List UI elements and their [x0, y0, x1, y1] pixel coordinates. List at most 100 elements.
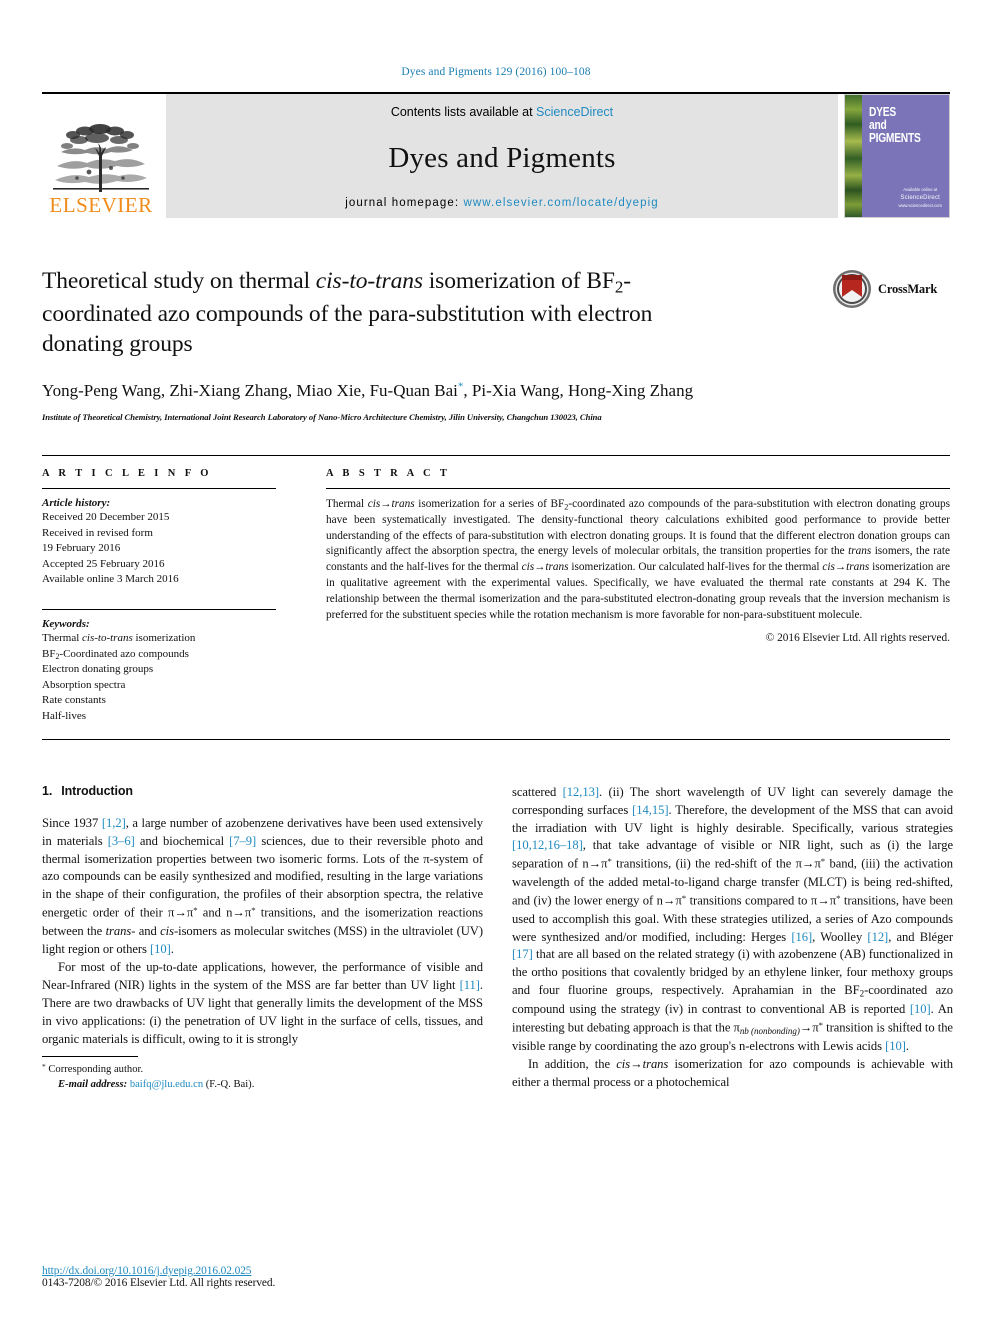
- citation-ref[interactable]: [12]: [867, 930, 888, 944]
- authors-line-1-cont: , Pi-Xia Wang,: [463, 380, 564, 400]
- article-history-label: Article history:: [42, 496, 111, 509]
- email-note: E-mail address: baifq@jlu.edu.cn (F.-Q. …: [42, 1077, 483, 1092]
- lp1-s9: .: [170, 941, 174, 956]
- citation-ref[interactable]: [17]: [512, 947, 533, 961]
- keyword-seg-2: isomerization: [132, 631, 196, 644]
- elsevier-logo: ELSEVIER: [42, 94, 160, 218]
- rp1-s14: →π: [799, 1020, 819, 1035]
- abs-cis-3: cis: [822, 561, 835, 574]
- crossmark-badge[interactable]: CrossMark: [832, 268, 950, 310]
- abstract-heading: A B S T R A C T: [326, 467, 451, 479]
- citation-ref[interactable]: [10,12,16–18]: [512, 838, 583, 852]
- cover-footer-small: Available online at: [903, 187, 938, 193]
- cover-footer-brand: ScienceDirect: [900, 194, 941, 201]
- corresponding-author-text: Corresponding author.: [45, 1063, 144, 1075]
- nonbonding-subscript: nb (nonbonding): [739, 1025, 800, 1036]
- email-suffix: (F.-Q. Bai).: [203, 1078, 255, 1090]
- rp1-s9: , Woolley: [812, 929, 868, 944]
- article-info-heading: A R T I C L E I N F O: [42, 467, 212, 479]
- rp1-s7: transitions compared to π→π: [686, 893, 837, 908]
- lp1-s3: and biochemical: [134, 833, 230, 848]
- title-seg-3: BF: [586, 268, 615, 294]
- keyword-seg-1: Thermal: [42, 631, 83, 644]
- journal-masthead: ELSEVIER Contents lists available at Sci…: [42, 92, 950, 218]
- citation-ref[interactable]: [14,15]: [632, 803, 668, 817]
- history-item: 19 February 2016: [42, 542, 121, 555]
- abs-seg-2: isomerization for a series of BF: [414, 497, 565, 510]
- homepage-prefix: journal homepage:: [345, 197, 464, 209]
- keyword-seg-4: -Coordinated azo compounds: [59, 647, 189, 660]
- keyword-item: Absorption spectra: [42, 678, 126, 691]
- keyword-seg-italic: cis-to-trans: [82, 631, 133, 644]
- rp2-cis: cis: [616, 1056, 631, 1071]
- cover-footer-sub: www.sciencedirect.com: [898, 202, 942, 208]
- body-columns: 1. Introduction Since 1937 [1,2], a large…: [42, 784, 953, 1092]
- citation-ref[interactable]: [10]: [910, 1002, 931, 1016]
- rp2-arrow: →: [630, 1056, 643, 1071]
- rp1-s1: scattered: [512, 784, 563, 799]
- abstract-copyright: © 2016 Elsevier Ltd. All rights reserved…: [765, 632, 950, 645]
- abs-trans-3: trans: [545, 561, 569, 574]
- affiliation: Institute of Theoretical Chemistry, Inte…: [42, 411, 602, 422]
- citation-ref[interactable]: [11]: [460, 978, 480, 992]
- abs-arrow-1: →: [380, 497, 392, 510]
- abs-cis-2: cis: [521, 561, 535, 574]
- crossmark-label: CrossMark: [878, 281, 938, 296]
- keywords-label: Keywords:: [42, 617, 90, 630]
- citation-ref[interactable]: [10]: [885, 1039, 906, 1053]
- citation-ref[interactable]: [12,13]: [563, 785, 599, 799]
- author-list: Yong-Peng Wang, Zhi-Xiang Zhang, Miao Xi…: [42, 379, 732, 403]
- journal-title: Dyes and Pigments: [388, 141, 616, 174]
- cover-image: DYES and PIGMENTS Available online at Sc…: [844, 94, 950, 218]
- article-info-column: A R T I C L E I N F O Article history: R…: [42, 456, 290, 739]
- masthead-center: Contents lists available at ScienceDirec…: [166, 94, 838, 218]
- abs-trans-4: trans: [846, 561, 870, 574]
- section-heading-introduction: 1. Introduction: [42, 784, 483, 798]
- citation-ref[interactable]: [16]: [791, 930, 812, 944]
- corresponding-author-note: * Corresponding author.: [42, 1062, 483, 1077]
- article-info-abstract-block: A R T I C L E I N F O Article history: R…: [42, 454, 950, 740]
- cover-art-strip: [845, 95, 862, 217]
- rp1-s10: , and Bléger: [888, 929, 953, 944]
- citation-ref[interactable]: [1,2]: [102, 816, 126, 830]
- page-title: Theoretical study on thermal cis-to-tran…: [42, 266, 682, 360]
- running-head: Dyes and Pigments 129 (2016) 100–108: [401, 66, 591, 78]
- crossmark-icon: [833, 270, 871, 308]
- paragraph: In addition, the cis→trans isomerization…: [512, 1056, 953, 1092]
- history-item: Received in revised form: [42, 526, 153, 539]
- keyword-item: Thermal cis-to-trans isomerization: [42, 631, 276, 647]
- rp2-trans: trans: [642, 1056, 669, 1071]
- history-item: Accepted 25 February 2016: [42, 557, 165, 570]
- issn-copyright: 0143-7208/© 2016 Elsevier Ltd. All right…: [42, 1277, 276, 1289]
- title-block: Theoretical study on thermal cis-to-tran…: [42, 266, 950, 360]
- title-seg-italic: cis-to-trans: [315, 268, 423, 294]
- citation-ref[interactable]: [3–6]: [108, 834, 135, 848]
- sciencedirect-link[interactable]: ScienceDirect: [536, 105, 613, 119]
- citation-ref[interactable]: [10]: [150, 942, 171, 956]
- authors-line-2: Hong-Xing Zhang: [567, 380, 694, 400]
- abs-trans-1: trans: [391, 497, 415, 510]
- cover-footer: Available online at ScienceDirect www.sc…: [898, 187, 942, 209]
- history-item: Received 20 December 2015: [42, 510, 170, 523]
- homepage-url-link[interactable]: www.elsevier.com/locate/dyepig: [463, 197, 658, 209]
- cover-line-3: PIGMENTS: [869, 130, 921, 145]
- contents-available-line: Contents lists available at ScienceDirec…: [391, 105, 613, 119]
- rp2-s1: In addition, the: [528, 1056, 617, 1071]
- abstract-divider: [326, 487, 950, 489]
- title-seg-1: Theoretical study on thermal: [42, 268, 316, 294]
- citation-ref[interactable]: [7–9]: [229, 834, 256, 848]
- abs-arrow-3: →: [834, 561, 847, 574]
- doi-link[interactable]: http://dx.doi.org/10.1016/j.dyepig.2016.…: [42, 1265, 483, 1277]
- lp2-s1: For most of the up-to-date applications,…: [42, 959, 483, 992]
- lp1-s1: Since 1937: [42, 815, 102, 830]
- email-link[interactable]: baifq@jlu.edu.cn: [130, 1079, 203, 1090]
- cover-line-1: DYES: [869, 105, 896, 119]
- paper-first-page: Dyes and Pigments 129 (2016) 100–108 ELS…: [0, 0, 992, 1323]
- lp1-i2: cis: [160, 923, 174, 938]
- paragraph: Since 1937 [1,2], a large number of azob…: [42, 815, 483, 959]
- paragraph: For most of the up-to-date applications,…: [42, 959, 483, 1049]
- keyword-seg-3: BF: [42, 647, 56, 660]
- rp1-s5: transitions, (ii) the red-shift of the π…: [611, 857, 821, 872]
- page-footer: http://dx.doi.org/10.1016/j.dyepig.2016.…: [42, 1265, 483, 1289]
